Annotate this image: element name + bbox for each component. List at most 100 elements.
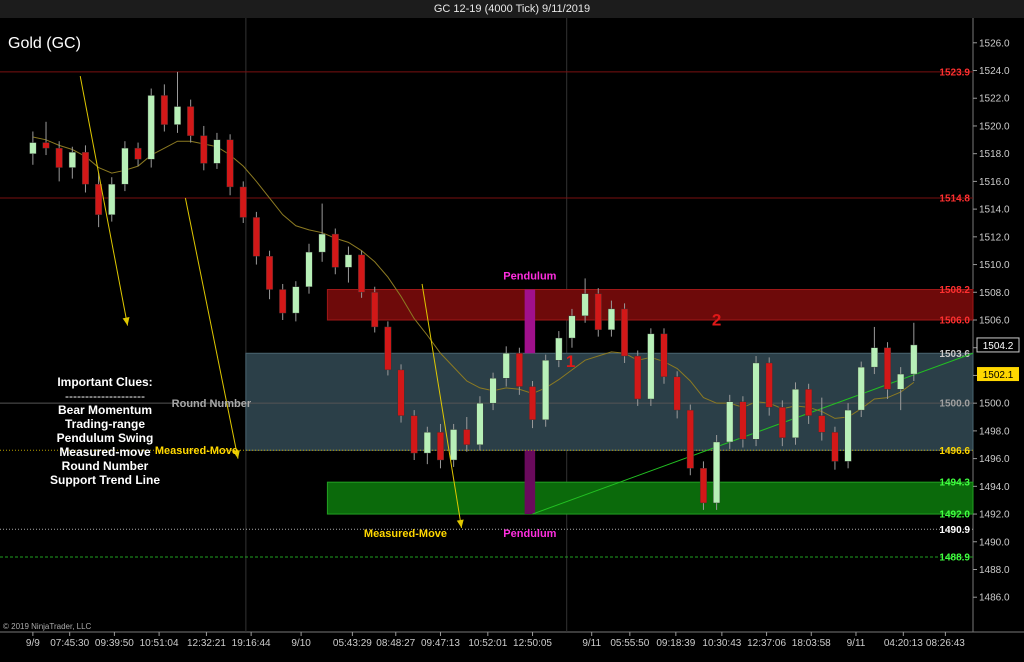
chart-annotation: Measured-Move [155,445,238,457]
candle-body [831,432,839,462]
price-level-label: 1492.0 [939,510,970,521]
y-tick-label: 1512.0 [979,232,1010,243]
candle-body [384,326,392,371]
candle-body [226,139,234,188]
y-tick-label: 1510.0 [979,260,1010,271]
x-tick-label: 9/11 [847,638,866,649]
y-tick-label: 1506.0 [979,316,1010,327]
candle-body [108,183,116,215]
candle-body [515,353,523,387]
clue-item: Bear Momentum [58,403,152,417]
candle-body [147,95,155,160]
y-tick-label: 1490.0 [979,537,1010,548]
copyright-text: © 2019 NinjaTrader, LLC [3,622,92,631]
y-tick-label: 1518.0 [979,149,1010,160]
y-tick-label: 1496.0 [979,454,1010,465]
candle-body [739,401,747,440]
x-tick-label: 9/9 [26,638,40,649]
candle-body [581,293,589,317]
x-tick-label: 10:51:04 [140,638,179,649]
candle-body [292,286,300,314]
x-tick-label: 12:50:05 [513,638,552,649]
x-tick-label: 09:47:13 [421,638,460,649]
candle-body [68,152,76,168]
candle-body [423,432,431,454]
support-zone [326,481,974,515]
price-level-label: 1508.2 [939,285,970,296]
clues-divider: -------------------- [65,389,145,403]
candle-body [529,386,537,420]
candle-body [621,308,629,357]
price-level-label: 1496.6 [939,446,970,457]
y-tick-label: 1526.0 [979,38,1010,49]
chart-annotation: Pendulum [503,528,556,540]
chart-annotation: 1 [566,352,575,371]
last-price-label: 1504.2 [983,341,1014,352]
x-tick-label: 05:43:29 [333,638,372,649]
candle-body [213,139,221,164]
candle-body [726,401,734,443]
candle-body [713,441,721,504]
price-level-label: 1503.6 [939,349,970,360]
clue-item: Measured-move [59,445,151,459]
clues-heading: Important Clues: [57,375,152,389]
price-level-label: 1506.0 [939,316,970,327]
price-level-label: 1514.8 [939,194,970,205]
candle-body [331,233,339,268]
candle-body [266,256,274,290]
y-tick-label: 1524.0 [979,66,1010,77]
clue-item: Pendulum Swing [57,431,154,445]
candle-body [371,292,379,328]
candle-body [160,95,168,125]
pendulum-bottom-bar [524,450,536,515]
x-tick-label: 07:45:30 [50,638,89,649]
candle-body [884,347,892,390]
y-tick-label: 1488.0 [979,565,1010,576]
x-tick-label: 9/10 [291,638,311,649]
candle-body [778,407,786,439]
x-tick-label: 09:39:50 [95,638,134,649]
y-tick-label: 1520.0 [979,121,1010,132]
candle-body [200,135,208,164]
chart-annotation: Pendulum [503,270,556,282]
candle-body [121,147,129,185]
candle-body [660,333,668,378]
candle-body [463,429,471,445]
candle-body [436,432,444,461]
x-tick-label: 12:37:06 [747,638,786,649]
price-level-label: 1500.0 [939,399,970,410]
candle-body [910,344,918,375]
y-tick-label: 1486.0 [979,593,1010,604]
chart-annotation: Measured-Move [364,528,447,540]
x-tick-label: 08:26:43 [926,638,965,649]
candle-body [42,142,50,149]
candle-body [476,402,484,445]
candle-body [594,293,602,330]
x-tick-label: 08:48:27 [376,638,415,649]
candle-body [647,333,655,400]
window-title: GC 12-19 (4000 Tick) 9/11/2019 [0,0,1024,19]
price-chart[interactable]: 1523.9 1514.8 1508.2 1506.0 1503.6 1500.0 1496… [0,18,1024,662]
candle-body [344,254,352,268]
candle-body [699,468,707,504]
candle-body [844,409,852,462]
y-tick-label: 1514.0 [979,205,1010,216]
candle-body [305,251,313,287]
resistance-zone [326,289,974,321]
candle-body [252,217,260,257]
candle-body [555,337,563,361]
candle-body [673,376,681,411]
x-tick-label: 09:18:39 [656,638,695,649]
candle-body [542,359,550,420]
candle-body [397,369,405,416]
candle-body [134,147,142,160]
candle-body [897,373,905,390]
price-level-label: 1523.9 [939,67,970,78]
candle-body [818,415,826,433]
candle-body [410,415,418,454]
candle-body [489,378,497,404]
candle-body [857,366,865,411]
ma-price-label: 1502.1 [983,370,1014,381]
clue-item: Support Trend Line [50,473,160,487]
candle-body [765,362,773,408]
